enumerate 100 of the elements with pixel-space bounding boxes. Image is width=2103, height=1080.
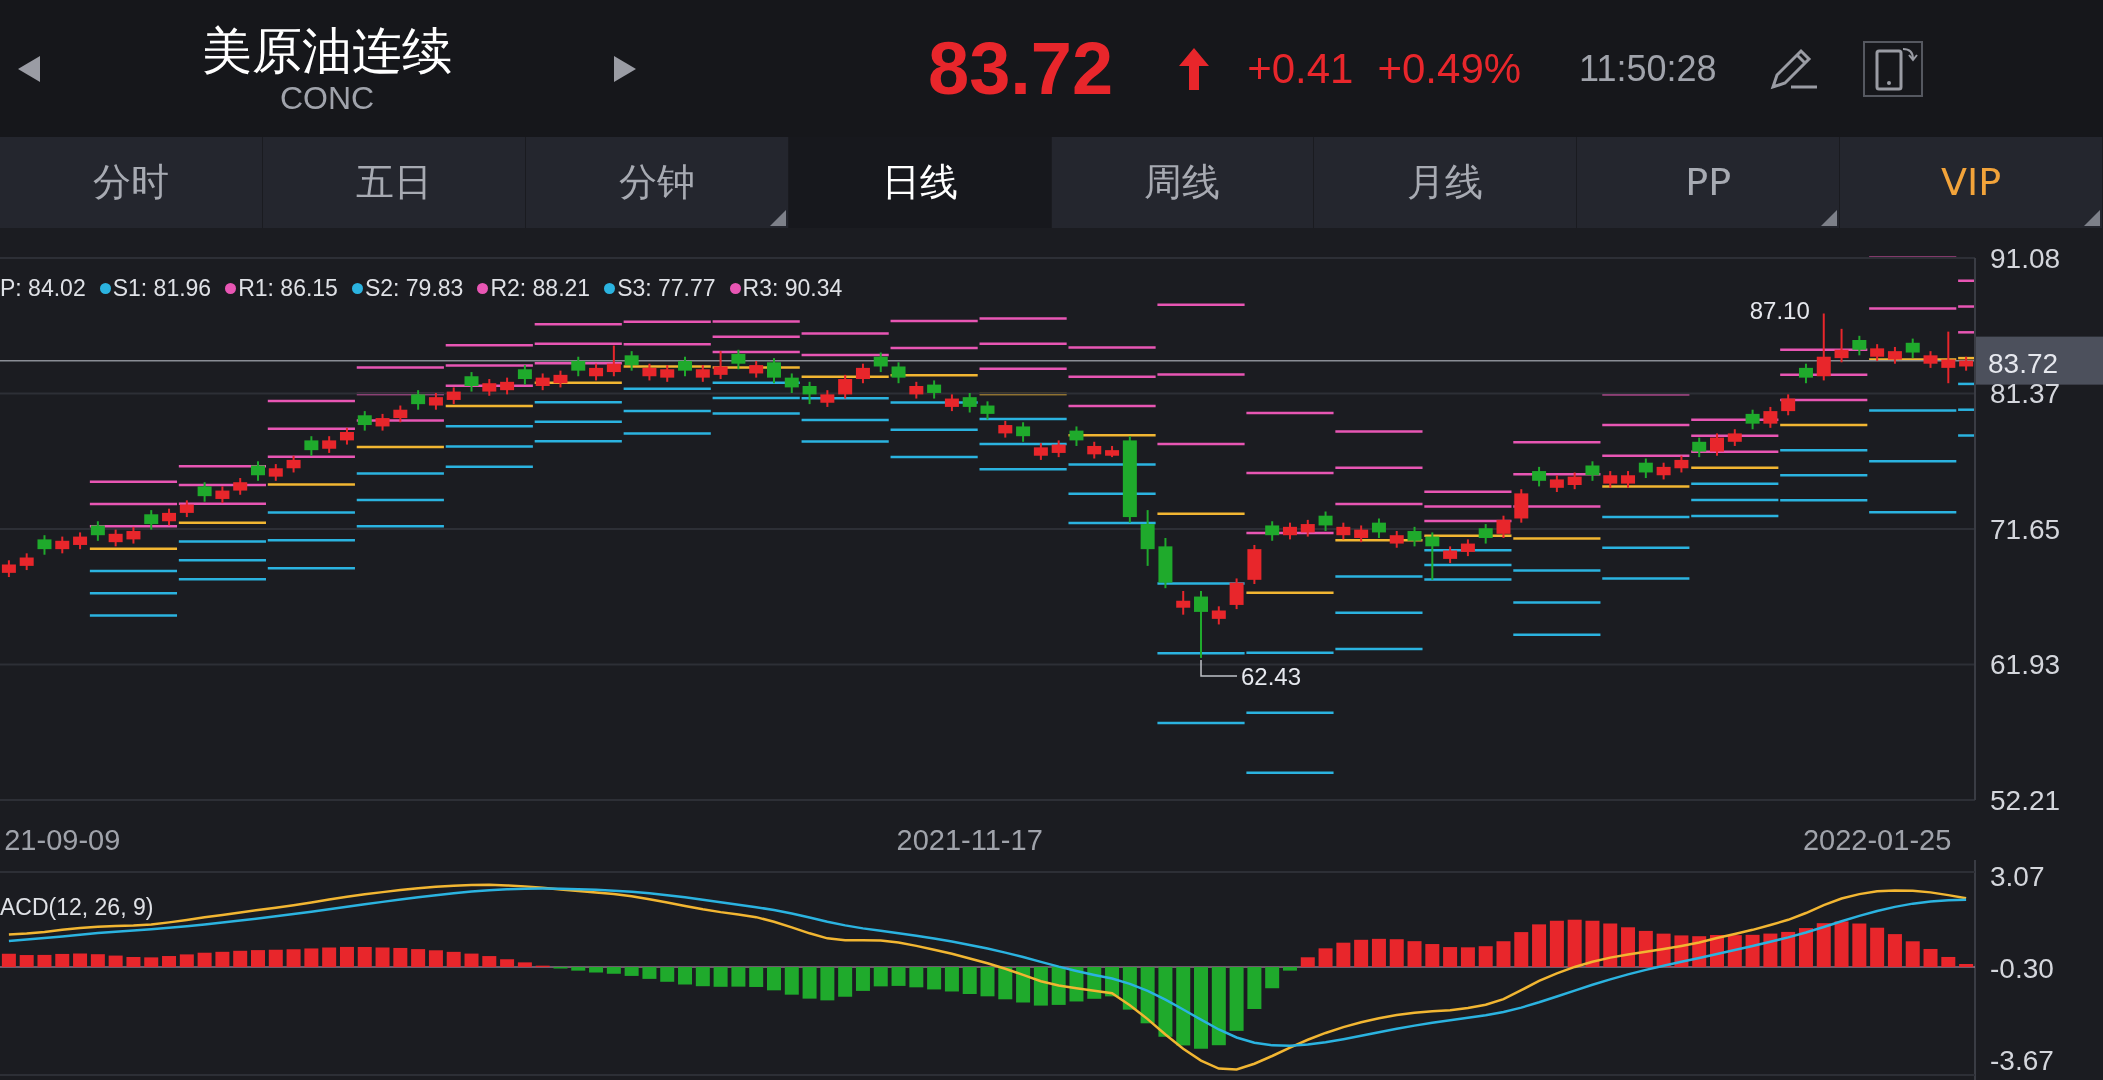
candle bbox=[1283, 521, 1297, 541]
candle bbox=[233, 477, 248, 496]
legend-label: S3: 77.77 bbox=[617, 274, 716, 303]
candle bbox=[909, 380, 924, 400]
candle bbox=[1407, 525, 1422, 548]
candle bbox=[1194, 590, 1208, 659]
candle bbox=[1140, 509, 1155, 567]
candle bbox=[215, 485, 230, 505]
candle bbox=[606, 344, 621, 378]
candle bbox=[749, 359, 764, 379]
candle bbox=[1781, 393, 1796, 417]
left-arrow-icon[interactable] bbox=[16, 53, 42, 84]
candle bbox=[1959, 355, 1974, 372]
candle bbox=[1887, 345, 1902, 365]
instrument-title: 美原油连续 bbox=[202, 21, 452, 80]
candle bbox=[73, 531, 88, 551]
candle bbox=[535, 372, 550, 392]
low-price-label: 62.43 bbox=[1241, 662, 1302, 690]
last-price: 83.72 bbox=[928, 26, 1114, 112]
candle bbox=[1265, 520, 1280, 542]
candle bbox=[678, 355, 692, 378]
legend-label: S2: 79.83 bbox=[364, 274, 464, 303]
price-axis-label: 81.37 bbox=[1990, 378, 2061, 410]
price-axis-label: 71.65 bbox=[1990, 513, 2061, 545]
candle bbox=[642, 362, 657, 382]
candle bbox=[695, 364, 710, 383]
candle bbox=[1425, 531, 1440, 581]
candle bbox=[286, 454, 301, 474]
candle bbox=[855, 362, 870, 385]
current-price-label: 83.72 bbox=[1988, 347, 2059, 379]
candle bbox=[1638, 457, 1653, 480]
candle bbox=[1389, 530, 1404, 549]
candle bbox=[375, 412, 390, 432]
candle bbox=[624, 350, 639, 372]
timeframe-tab[interactable]: 日线 bbox=[788, 137, 1052, 228]
candle bbox=[1763, 405, 1778, 429]
candle bbox=[731, 348, 746, 371]
candle bbox=[571, 355, 586, 378]
macd-axis-label: 3.07 bbox=[1990, 861, 2045, 892]
candle bbox=[446, 386, 461, 406]
candle bbox=[393, 404, 408, 424]
candle bbox=[1941, 330, 1956, 385]
screen-rotate-icon[interactable] bbox=[1862, 40, 1923, 97]
candle bbox=[339, 426, 354, 446]
candle bbox=[1371, 517, 1386, 539]
candle bbox=[304, 435, 319, 457]
candle bbox=[1923, 350, 1938, 369]
candle bbox=[1158, 537, 1173, 590]
candle bbox=[1105, 444, 1120, 459]
candle bbox=[1870, 343, 1885, 362]
candle bbox=[1727, 428, 1742, 447]
quote-time: 11:50:28 bbox=[1579, 46, 1717, 91]
candle bbox=[1336, 521, 1351, 541]
candle bbox=[1033, 442, 1048, 461]
leader-line bbox=[1200, 659, 1238, 677]
percent-change: +0.49% bbox=[1377, 44, 1522, 94]
price-axis-label: 52.21 bbox=[1990, 785, 2061, 816]
candle bbox=[90, 520, 105, 542]
candle bbox=[1549, 474, 1564, 493]
candle bbox=[838, 373, 853, 400]
candle bbox=[1603, 470, 1618, 489]
macd-axis-label: -0.30 bbox=[1990, 953, 2054, 984]
candle bbox=[1692, 436, 1707, 459]
date-axis-label: 2021-11-17 bbox=[896, 824, 1043, 856]
candle bbox=[428, 392, 443, 411]
legend-label: R1: 86.15 bbox=[238, 274, 338, 303]
candle bbox=[1514, 488, 1529, 524]
candle bbox=[1460, 538, 1475, 558]
candle bbox=[162, 507, 177, 527]
candle bbox=[251, 460, 265, 482]
candle bbox=[268, 463, 283, 482]
candle bbox=[1674, 454, 1689, 474]
candle bbox=[553, 369, 568, 389]
candle bbox=[108, 528, 123, 548]
candle bbox=[1069, 425, 1084, 447]
price-change: +0.41 bbox=[1247, 44, 1354, 94]
candle bbox=[464, 371, 479, 393]
candle bbox=[1087, 440, 1102, 460]
legend-label: R3: 90.34 bbox=[742, 274, 843, 303]
candle bbox=[998, 419, 1013, 439]
candle bbox=[500, 376, 515, 396]
candle bbox=[1247, 543, 1262, 585]
price-axis-label: 91.08 bbox=[1990, 243, 2061, 274]
candle bbox=[482, 378, 497, 397]
candle bbox=[357, 410, 372, 432]
macd-label: ACD(12, 26, 9) bbox=[0, 894, 154, 920]
candle bbox=[944, 393, 959, 413]
candle bbox=[873, 351, 888, 374]
right-arrow-icon[interactable] bbox=[612, 53, 638, 84]
macd-axis-label: -3.67 bbox=[1990, 1045, 2054, 1076]
candle bbox=[1834, 327, 1849, 364]
candle bbox=[962, 392, 977, 414]
candle bbox=[1443, 545, 1458, 565]
high-price-label: 87.10 bbox=[1749, 297, 1810, 325]
candle bbox=[517, 364, 532, 386]
candle bbox=[1745, 408, 1760, 431]
legend-label: R2: 88.21 bbox=[490, 274, 591, 303]
candle bbox=[179, 499, 194, 519]
candle bbox=[144, 509, 159, 531]
candle bbox=[1016, 421, 1031, 443]
